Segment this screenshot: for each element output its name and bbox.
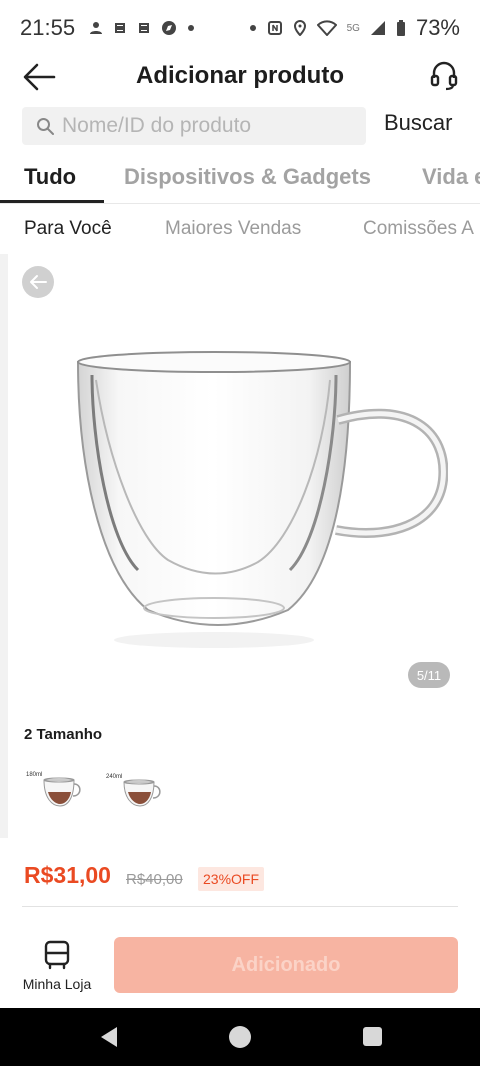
sort-maiores-vendas[interactable]: Maiores Vendas — [165, 218, 301, 240]
product-gallery[interactable]: 5/11 — [8, 254, 480, 714]
network-type: 5G — [346, 22, 360, 34]
search-icon — [37, 118, 54, 135]
search-button[interactable]: Buscar — [384, 110, 452, 136]
original-price: R$40,00 — [126, 871, 183, 888]
status-bar: 21:55 5G 73% — [0, 0, 480, 56]
status-time: 21:55 — [20, 15, 76, 40]
mug-thumbnail-icon: 240ml — [106, 774, 161, 807]
page-title: Adicionar produto — [136, 62, 344, 89]
add-product-button[interactable]: Adicionado — [114, 937, 458, 993]
my-store-button[interactable]: Minha Loja — [14, 940, 100, 1000]
product-price: R$31,00 — [24, 862, 111, 888]
nfc-icon — [267, 21, 282, 35]
product-image — [76, 351, 448, 648]
app-notification-icon — [139, 23, 150, 33]
search-row: Buscar — [0, 96, 480, 156]
store-icon — [44, 940, 70, 970]
dot-icon — [188, 25, 195, 31]
search-box[interactable] — [22, 107, 366, 145]
sort-para-voce[interactable]: Para Você — [24, 218, 112, 240]
variant-title: 2 Tamanho — [24, 726, 103, 743]
tab-vida[interactable]: Vida e — [422, 164, 480, 190]
gallery-page-indicator: 5/11 — [408, 662, 450, 688]
status-right: 5G 73% — [249, 15, 460, 41]
wifi-icon — [316, 20, 337, 36]
mug-thumbnail-icon: 180ml — [26, 772, 81, 807]
headset-icon — [430, 61, 458, 91]
nav-home-icon[interactable] — [229, 1026, 251, 1048]
notification-icons — [89, 20, 195, 36]
compass-icon — [162, 21, 177, 35]
tab-tudo[interactable]: Tudo — [24, 164, 76, 190]
action-bar: Minha Loja Adicionado — [0, 924, 480, 1008]
header: Adicionar produto — [0, 56, 480, 96]
arrow-left-icon — [23, 63, 56, 91]
variant-thumbnail[interactable]: 180ml — [24, 764, 94, 812]
arrow-left-icon — [30, 275, 47, 289]
sort-comissoes[interactable]: Comissões A — [363, 218, 474, 240]
my-store-label: Minha Loja — [22, 976, 92, 992]
dot-icon — [249, 25, 256, 31]
person-icon — [90, 22, 103, 34]
back-button[interactable] — [22, 62, 56, 92]
sort-tabs: Para Você Maiores Vendas Comissões A — [0, 204, 480, 254]
divider — [22, 906, 458, 907]
variant-thumbnail[interactable]: 240ml — [104, 764, 174, 812]
nav-back-icon[interactable] — [100, 1026, 118, 1048]
support-button[interactable] — [430, 60, 458, 92]
gallery-prev-button[interactable] — [22, 266, 54, 298]
battery-percent: 73% — [415, 15, 460, 40]
signal-icon — [370, 21, 385, 35]
variant-size-label: 240ml — [106, 774, 122, 780]
nav-recents-icon[interactable] — [363, 1027, 382, 1046]
category-tabs: Tudo Dispositivos & Gadgets Vida e — [0, 156, 480, 204]
active-tab-indicator — [0, 200, 104, 203]
tab-dispositivos-gadgets[interactable]: Dispositivos & Gadgets — [124, 164, 371, 190]
system-nav-bar — [0, 1008, 480, 1066]
location-icon — [293, 20, 306, 36]
product-card: 5/11 2 Tamanho 180ml 240ml — [8, 254, 480, 838]
search-input[interactable] — [62, 114, 342, 138]
battery-icon — [396, 20, 405, 36]
price-row: R$31,00 R$40,00 23%OFF — [0, 838, 480, 936]
discount-badge: 23%OFF — [198, 867, 265, 891]
app-notification-icon — [115, 23, 126, 33]
variant-size-label: 180ml — [26, 772, 42, 778]
